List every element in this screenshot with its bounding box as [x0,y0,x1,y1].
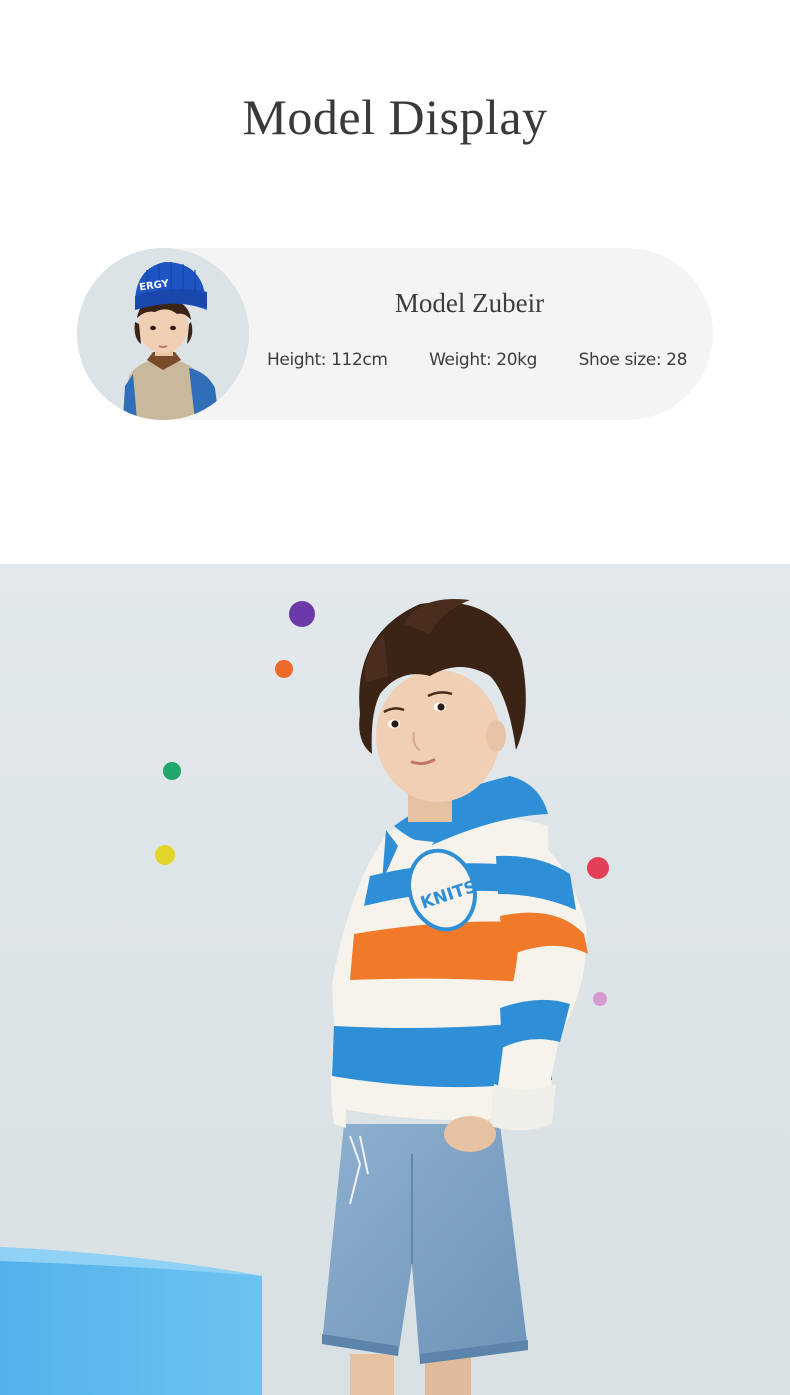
model-card: ERGY Model Zubeir Height: 112cm Weight: … [77,248,713,420]
ball-orange [275,660,293,678]
model-weight: Weight: 20kg [429,350,537,370]
model-stats: Height: 112cm Weight: 20kg Shoe size: 28 [267,348,687,372]
model-avatar: ERGY [77,248,249,420]
ball-purple [289,601,315,627]
ball-red [587,857,609,879]
model-name: Model Zubeir [394,288,545,318]
ball-yellow [155,845,175,865]
ball-pink [593,992,607,1006]
ball-green [163,762,181,780]
model-avatar-image: ERGY [77,248,249,420]
model-height: Height: 112cm [267,350,388,370]
hero-photo-image: KNITS [0,564,790,1395]
page-title: Model Display [242,89,548,145]
hero-photo: KNITS [0,564,790,1395]
model-shoe-size: Shoe size: 28 [578,350,688,370]
